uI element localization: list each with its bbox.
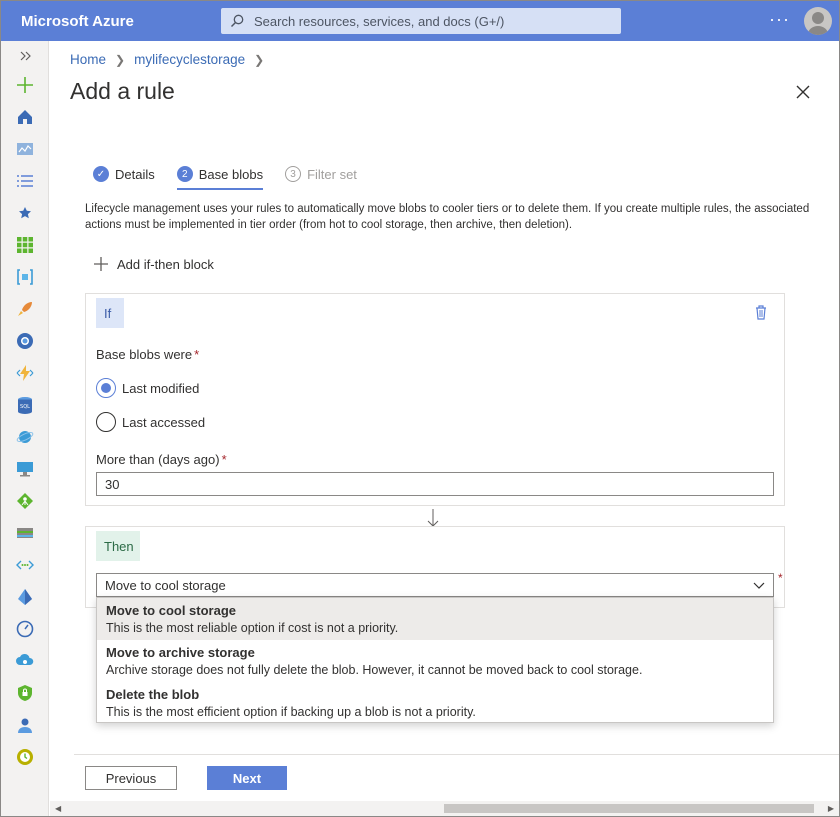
advisor-icon[interactable] — [16, 652, 34, 670]
step-base-blobs[interactable]: 2 Base blobs — [176, 163, 264, 190]
breadcrumb-home[interactable]: Home — [70, 52, 106, 67]
global-search-box[interactable]: Search resources, services, and docs (G+… — [221, 8, 621, 34]
delete-icon[interactable] — [754, 304, 768, 320]
function-apps-icon[interactable] — [16, 364, 34, 382]
radio-label: Last modified — [122, 380, 200, 396]
option-detail: This is the most reliable option if cost… — [106, 621, 399, 635]
close-icon[interactable] — [795, 84, 811, 100]
radio-last-accessed[interactable]: Last accessed — [96, 412, 205, 432]
days-input[interactable]: 30 — [96, 472, 774, 496]
load-balancers-icon[interactable] — [16, 492, 34, 510]
breadcrumb-storage-account[interactable]: mylifecyclestorage — [134, 52, 245, 67]
previous-button[interactable]: Previous — [85, 766, 177, 790]
app-services-icon[interactable] — [16, 332, 34, 350]
checkmark-icon: ✓ — [93, 166, 109, 182]
storage-accounts-icon[interactable] — [16, 524, 34, 542]
step-number: 2 — [176, 166, 193, 182]
create-resource-icon[interactable] — [16, 76, 34, 94]
step-details[interactable]: ✓ Details — [93, 163, 155, 185]
horizontal-scrollbar[interactable]: ◀ ▶ — [50, 801, 839, 816]
all-resources-icon[interactable] — [16, 236, 34, 254]
scroll-left-icon[interactable]: ◀ — [55, 804, 61, 813]
step-label: Base blobs — [198, 166, 264, 182]
step-number: 3 — [285, 166, 302, 182]
azure-portal-window: Microsoft Azure Search resources, servic… — [0, 0, 840, 817]
home-icon[interactable] — [16, 108, 34, 126]
plus-icon — [94, 257, 108, 271]
help-support-icon[interactable] — [16, 748, 34, 766]
days-label-text: More than (days ago) — [96, 452, 220, 467]
if-block-card: If Base blobs were * Last modified Last a… — [85, 293, 785, 506]
base-blobs-label: Base blobs were * — [96, 347, 199, 362]
add-block-label: Add if-then block — [117, 256, 214, 272]
option-detail: Archive storage does not fully delete th… — [106, 663, 643, 677]
radio-checked-icon — [96, 378, 116, 398]
radio-last-modified[interactable]: Last modified — [96, 378, 199, 398]
step-label: Filter set — [307, 166, 357, 182]
favorites-icon[interactable] — [16, 204, 34, 222]
chevron-down-icon — [753, 582, 765, 589]
scroll-right-icon[interactable]: ▶ — [828, 804, 834, 813]
chevron-right-icon: ❯ — [254, 52, 265, 67]
wizard-steps: ✓ Details 2 Base blobs 3 Filter set — [93, 163, 379, 190]
base-blobs-label-text: Base blobs were — [96, 347, 193, 362]
virtual-machines-icon[interactable] — [16, 460, 34, 478]
action-dropdown-list: Move to cool storage This is the most re… — [96, 597, 774, 723]
top-bar: Microsoft Azure Search resources, servic… — [1, 1, 839, 41]
virtual-networks-icon[interactable] — [16, 556, 34, 574]
required-mark: * — [221, 452, 227, 467]
days-label: More than (days ago) * — [96, 452, 227, 467]
step-label: Details — [115, 166, 155, 182]
quickstart-icon[interactable] — [16, 300, 34, 318]
option-move-to-archive[interactable]: Move to archive storage Archive storage … — [97, 640, 773, 682]
add-if-then-block-button[interactable]: Add if-then block — [93, 256, 214, 272]
then-tag: Then — [96, 531, 140, 561]
cost-management-icon[interactable] — [16, 716, 34, 734]
scrollbar-thumb[interactable] — [444, 804, 814, 813]
page-title: Add a rule — [70, 78, 175, 104]
option-delete-blob[interactable]: Delete the blob This is the most efficie… — [97, 682, 773, 724]
breadcrumb: Home ❯ mylifecyclestorage ❯ — [70, 52, 273, 67]
option-title: Move to archive storage — [106, 645, 255, 660]
azure-ad-icon[interactable] — [16, 588, 34, 606]
security-center-icon[interactable] — [16, 684, 34, 702]
arrow-down-icon — [427, 509, 439, 527]
sql-databases-icon[interactable]: SQL — [16, 396, 34, 414]
required-mark: * — [194, 347, 200, 362]
monitor-icon[interactable] — [16, 620, 34, 638]
radio-label: Last accessed — [122, 414, 206, 430]
resource-groups-icon[interactable] — [16, 268, 34, 286]
radio-unchecked-icon — [96, 412, 116, 432]
footer-divider — [74, 754, 839, 755]
expand-icon[interactable] — [16, 47, 34, 65]
option-detail: This is the most efficient option if bac… — [106, 705, 476, 719]
required-mark: * — [778, 571, 783, 585]
chevron-right-icon: ❯ — [115, 52, 126, 67]
dropdown-selected-value: Move to cool storage — [105, 577, 226, 593]
search-placeholder: Search resources, services, and docs (G+… — [254, 13, 505, 29]
dashboard-icon[interactable] — [16, 140, 34, 158]
all-services-icon[interactable] — [16, 172, 34, 190]
option-title: Delete the blob — [106, 687, 200, 702]
action-dropdown[interactable]: Move to cool storage — [96, 573, 774, 597]
avatar[interactable] — [804, 7, 832, 35]
user-avatar-icon — [808, 12, 828, 35]
option-move-to-cool[interactable]: Move to cool storage This is the most re… — [97, 598, 773, 640]
cosmos-db-icon[interactable] — [16, 428, 34, 446]
if-tag: If — [96, 298, 124, 328]
step-filter-set[interactable]: 3 Filter set — [285, 163, 357, 185]
main-panel: Home ❯ mylifecyclestorage ❯ Add a rule ✓… — [50, 41, 839, 801]
then-block-card: Then Move to cool storage * — [85, 526, 785, 608]
svg-text:SQL: SQL — [20, 404, 30, 410]
next-button[interactable]: Next — [207, 766, 287, 790]
left-nav: SQL — [1, 41, 49, 816]
search-icon — [230, 14, 244, 28]
more-options-icon[interactable]: ··· — [769, 9, 790, 30]
option-title: Move to cool storage — [106, 603, 237, 618]
brand-title[interactable]: Microsoft Azure — [21, 13, 221, 30]
lifecycle-description: Lifecycle management uses your rules to … — [85, 203, 810, 231]
